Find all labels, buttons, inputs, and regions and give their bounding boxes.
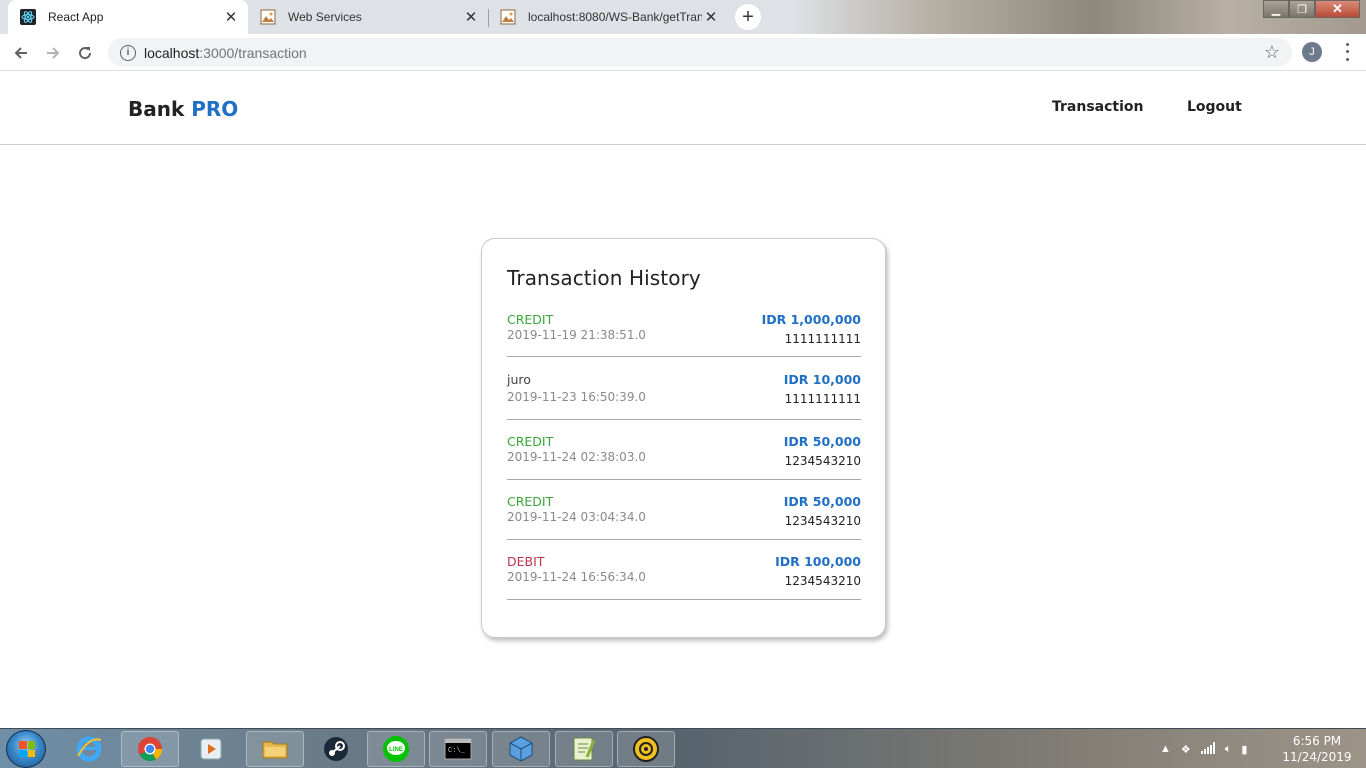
app-header: Bank PRO Transaction Logout — [0, 71, 1366, 145]
url-path: :3000/transaction — [199, 44, 307, 61]
tab-label: Web Services — [288, 10, 362, 24]
clock-time: 6:56 PM — [1292, 734, 1342, 748]
transaction-account: 1234543210 — [784, 574, 861, 588]
transaction-type: CREDIT — [507, 312, 554, 327]
nav-logout-link[interactable]: Logout — [1187, 99, 1242, 115]
transaction-date: 2019-11-19 21:38:51.0 — [507, 328, 646, 342]
tab-localhost-8080[interactable]: localhost:8080/WS-Bank/getTran ✕ — [488, 0, 728, 34]
image-icon — [260, 9, 276, 25]
back-button[interactable] — [8, 40, 34, 66]
react-icon — [20, 9, 36, 25]
transaction-type: juro — [507, 372, 531, 387]
transaction-amount: IDR 1,000,000 — [761, 312, 861, 327]
transaction-list: CREDIT 2019-11-19 21:38:51.0 IDR 1,000,0… — [507, 307, 861, 600]
window-controls: ▁ ❐ ✕ — [1263, 0, 1360, 18]
arrow-right-icon — [47, 47, 60, 59]
arrow-left-icon — [14, 47, 27, 59]
windows-logo-icon — [19, 741, 35, 757]
network-signal-icon[interactable] — [1200, 741, 1215, 757]
url-host: localhost — [144, 44, 200, 61]
transaction-type: CREDIT — [507, 494, 554, 509]
transaction-amount: IDR 50,000 — [783, 434, 861, 449]
transaction-amount: IDR 10,000 — [783, 372, 861, 387]
browser-tab-strip: React App ✕ Web Services ✕ localhost:808… — [0, 0, 1366, 34]
image-icon — [500, 9, 516, 25]
brand-accent: PRO — [191, 97, 239, 121]
minimize-button[interactable]: ▁ — [1263, 0, 1289, 18]
close-tab-icon[interactable]: ✕ — [222, 8, 240, 26]
transaction-date: 2019-11-23 16:50:39.0 — [507, 390, 646, 404]
new-tab-button[interactable]: + — [735, 4, 761, 30]
tab-label: localhost:8080/WS-Bank/getTran — [528, 10, 702, 24]
brand-main: Bank — [128, 97, 185, 121]
svg-text:LINE: LINE — [389, 747, 403, 753]
notepad-plus-icon[interactable] — [555, 731, 613, 767]
history-title: Transaction History — [507, 266, 701, 290]
transaction-date: 2019-11-24 16:56:34.0 — [507, 570, 646, 584]
close-tab-icon[interactable]: ✕ — [462, 8, 480, 26]
bookmark-star-icon[interactable]: ☆ — [1264, 42, 1280, 63]
svg-text:C:\_: C:\_ — [448, 747, 466, 755]
virtualbox-icon[interactable] — [492, 731, 550, 767]
brand-logo[interactable]: Bank PRO — [128, 97, 238, 121]
system-tray: ▲ ❖ 🔈︎ ▮ — [1160, 729, 1247, 768]
close-tab-icon[interactable]: ✕ — [702, 8, 720, 26]
transaction-amount: IDR 100,000 — [775, 554, 861, 569]
tab-web-services[interactable]: Web Services ✕ — [248, 0, 488, 34]
transaction-row: CREDIT 2019-11-24 02:38:03.0 IDR 50,000 … — [507, 420, 861, 480]
taskbar-clock[interactable]: 6:56 PM 11/24/2019 — [1282, 733, 1352, 765]
cmd-icon[interactable]: C:\_ — [429, 731, 487, 767]
transaction-row: juro 2019-11-23 16:50:39.0 IDR 10,000 11… — [507, 357, 861, 420]
windows-taskbar: LINE C:\_ ▲ ❖ 🔈︎ ▮ 6:56 PM 11/24/2019 — [0, 728, 1366, 768]
line-icon[interactable]: LINE — [367, 731, 425, 767]
chrome-icon[interactable] — [121, 731, 179, 767]
internet-explorer-icon[interactable] — [60, 731, 118, 767]
menu-kebab-icon[interactable] — [1340, 41, 1354, 63]
dropbox-icon[interactable]: ❖ — [1181, 743, 1191, 756]
volume-icon[interactable]: 🔈︎ — [1225, 743, 1232, 756]
transaction-account: 1111111111 — [784, 332, 861, 346]
transaction-type: DEBIT — [507, 554, 545, 569]
transaction-account: 1234543210 — [784, 514, 861, 528]
power-icon[interactable]: ▮ — [1241, 743, 1247, 756]
file-explorer-icon[interactable] — [246, 731, 304, 767]
show-hidden-icons-icon[interactable]: ▲ — [1160, 743, 1171, 755]
transaction-account: 1234543210 — [784, 454, 861, 468]
tab-label: React App — [48, 10, 104, 24]
clock-date: 11/24/2019 — [1282, 750, 1352, 764]
settings-app-icon[interactable] — [617, 731, 675, 767]
transaction-type: CREDIT — [507, 434, 554, 449]
nav-transaction-link[interactable]: Transaction — [1052, 99, 1144, 115]
transaction-account: 1111111111 — [784, 392, 861, 406]
info-icon[interactable]: i — [120, 44, 136, 61]
transaction-row: CREDIT 2019-11-24 03:04:34.0 IDR 50,000 … — [507, 480, 861, 540]
start-button[interactable] — [6, 730, 46, 768]
transaction-row: CREDIT 2019-11-19 21:38:51.0 IDR 1,000,0… — [507, 307, 861, 357]
maximize-button[interactable]: ❐ — [1289, 0, 1315, 18]
reload-button[interactable] — [72, 40, 98, 66]
transaction-history-card: Transaction History CREDIT 2019-11-19 21… — [481, 238, 886, 638]
media-player-icon[interactable] — [182, 731, 240, 767]
transaction-date: 2019-11-24 03:04:34.0 — [507, 510, 646, 524]
reload-icon — [79, 47, 92, 60]
transaction-amount: IDR 50,000 — [783, 494, 861, 509]
browser-toolbar: i localhost:3000/transaction ☆ J — [0, 34, 1366, 71]
close-window-button[interactable]: ✕ — [1315, 0, 1360, 18]
transaction-row: DEBIT 2019-11-24 16:56:34.0 IDR 100,000 … — [507, 540, 861, 600]
steam-icon[interactable] — [307, 731, 365, 767]
transaction-date: 2019-11-24 02:38:03.0 — [507, 450, 646, 464]
address-bar[interactable]: i localhost:3000/transaction ☆ — [108, 38, 1292, 67]
forward-button[interactable] — [40, 40, 66, 66]
profile-avatar[interactable]: J — [1302, 42, 1322, 62]
tab-react-app[interactable]: React App ✕ — [8, 0, 248, 34]
